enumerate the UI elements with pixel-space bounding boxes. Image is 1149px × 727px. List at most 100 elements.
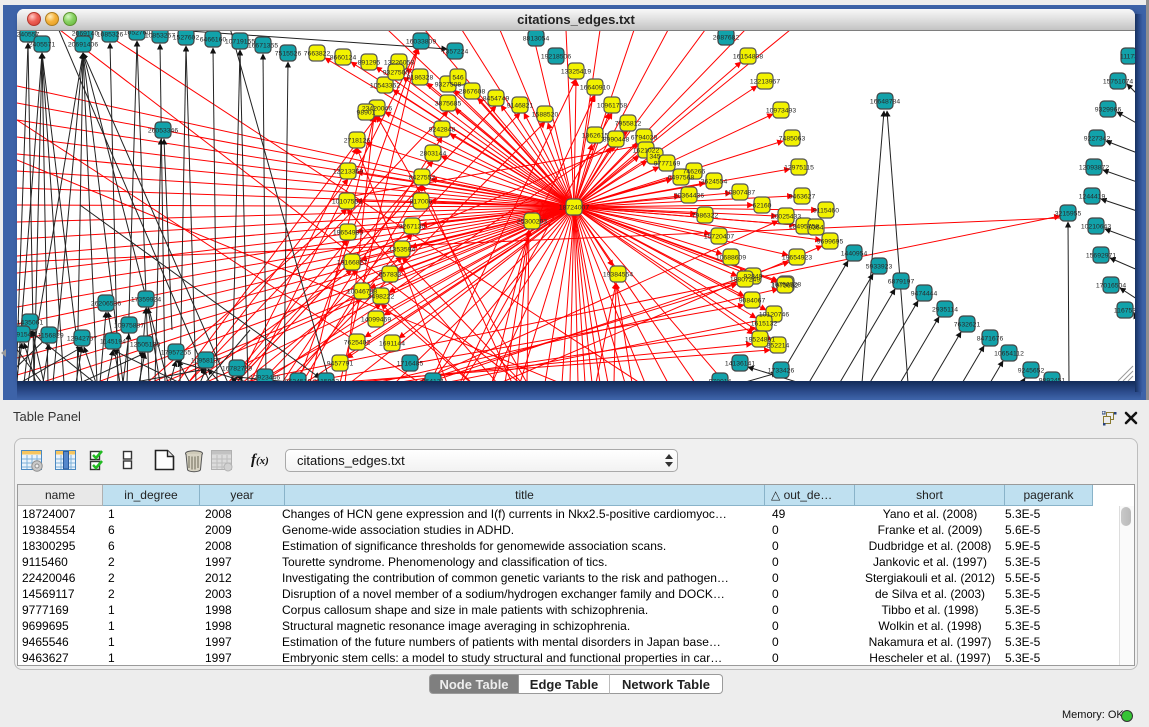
svg-text:3875685: 3875685 [435, 101, 462, 108]
svg-text:19166827: 19166827 [337, 260, 367, 267]
svg-text:1615132: 1615132 [751, 321, 778, 328]
svg-text:345: 345 [649, 154, 661, 161]
svg-text:16671355: 16671355 [248, 43, 278, 50]
svg-text:18807249: 18807249 [730, 277, 760, 284]
svg-text:6497568: 6497568 [668, 175, 695, 182]
svg-text:3267130: 3267130 [399, 224, 426, 231]
svg-text:15720407: 15720407 [704, 234, 734, 241]
svg-text:9242848: 9242848 [429, 127, 456, 134]
svg-text:9327508: 9327508 [435, 82, 462, 89]
svg-text:8115902: 8115902 [313, 379, 339, 382]
svg-text:12093872: 12093872 [1079, 165, 1109, 172]
svg-text:1716485: 1716485 [397, 361, 424, 368]
svg-text:9115460: 9115460 [813, 208, 839, 215]
svg-text:1440954: 1440954 [841, 251, 868, 258]
svg-text:20691406: 20691406 [68, 42, 98, 49]
svg-text:546: 546 [452, 75, 464, 82]
svg-text:1527602: 1527602 [173, 35, 200, 42]
svg-text:12213967: 12213967 [750, 79, 780, 86]
svg-text:11173: 11173 [1120, 54, 1135, 61]
svg-text:19654923: 19654923 [782, 255, 812, 262]
svg-text:6466160: 6466160 [200, 37, 227, 44]
svg-text:19654985: 19654985 [333, 230, 363, 237]
svg-text:7986322: 7986322 [692, 213, 719, 220]
svg-text:9329966: 9329966 [1095, 107, 1122, 114]
svg-text:7955812: 7955812 [615, 121, 642, 128]
svg-text:7663822: 7663822 [304, 51, 331, 58]
svg-text:10543362: 10543362 [370, 83, 400, 90]
svg-text:19218506: 19218506 [541, 54, 571, 61]
svg-text:10120746: 10120746 [759, 312, 789, 319]
svg-text:10975887: 10975887 [114, 323, 144, 330]
svg-text:2405571: 2405571 [29, 42, 56, 49]
svg-text:10973493: 10973493 [766, 108, 796, 115]
svg-text:25300293: 25300293 [517, 219, 547, 226]
svg-text:12923446: 12923446 [250, 375, 280, 382]
svg-text:10025433: 10025433 [771, 214, 801, 221]
svg-text:7485063: 7485063 [779, 136, 806, 143]
svg-text:5933923: 5933923 [866, 264, 893, 271]
svg-text:7632621: 7632621 [954, 322, 981, 329]
svg-text:9146821: 9146821 [507, 103, 534, 110]
svg-text:8471676: 8471676 [977, 336, 1004, 343]
svg-text:8813054: 8813054 [523, 36, 550, 43]
svg-text:2803144: 2803144 [420, 151, 447, 158]
svg-text:6879197: 6879197 [888, 279, 915, 286]
svg-text:14099469: 14099469 [361, 317, 391, 324]
svg-text:62160: 62160 [753, 203, 772, 210]
svg-text:8427552: 8427552 [409, 175, 436, 182]
svg-text:3498222: 3498222 [368, 294, 395, 301]
svg-text:19384554: 19384554 [603, 272, 633, 279]
svg-text:12975115: 12975115 [784, 165, 814, 172]
svg-text:9364: 9364 [808, 225, 823, 232]
svg-text:964121: 964121 [422, 379, 445, 382]
svg-text:14136141: 14136141 [725, 361, 755, 368]
svg-text:9699695: 9699695 [817, 239, 844, 246]
svg-text:18724007: 18724007 [559, 205, 589, 212]
svg-text:116753: 116753 [1114, 308, 1135, 315]
svg-text:26053346: 26053346 [148, 128, 178, 135]
svg-text:891295: 891295 [358, 60, 381, 67]
svg-text:17957255: 17957255 [161, 350, 191, 357]
svg-text:12213369: 12213369 [333, 169, 363, 176]
svg-text:3215955: 3215955 [1055, 211, 1082, 218]
svg-text:17359924: 17359924 [131, 297, 161, 304]
svg-text:817006: 817006 [410, 199, 433, 206]
svg-text:13226058: 13226058 [384, 60, 414, 67]
svg-text:3624554: 3624554 [701, 179, 728, 186]
svg-text:10853267: 10853267 [145, 33, 175, 40]
svg-text:1435061: 1435061 [17, 320, 43, 327]
svg-text:978014: 978014 [709, 379, 732, 382]
svg-text:15751074: 15751074 [1103, 79, 1133, 86]
svg-text:1353594: 1353594 [389, 247, 416, 254]
svg-text:16033809: 16033809 [406, 39, 436, 46]
svg-text:2718126: 2718126 [344, 138, 371, 145]
svg-text:16640910: 16640910 [580, 85, 610, 92]
svg-text:1691144: 1691144 [379, 341, 405, 348]
svg-text:9227342: 9227342 [1084, 136, 1111, 143]
svg-text:7625402: 7625402 [344, 340, 371, 347]
svg-text:8186328: 8186328 [407, 75, 434, 82]
svg-text:9463627: 9463627 [789, 194, 816, 201]
svg-text:2867608: 2867608 [459, 89, 486, 96]
svg-text:39154: 39154 [17, 332, 32, 339]
svg-text:2069140: 2069140 [72, 31, 99, 38]
svg-text:9892451: 9892451 [1039, 378, 1066, 382]
svg-text:9634519: 9634519 [285, 379, 312, 382]
svg-text:9245652: 9245652 [1018, 368, 1045, 375]
svg-text:10654112: 10654112 [994, 351, 1024, 358]
svg-text:20364436: 20364436 [674, 193, 704, 200]
svg-text:10688609: 10688609 [716, 255, 746, 262]
svg-text:10107553: 10107553 [332, 199, 362, 206]
svg-text:9327500: 9327500 [383, 70, 410, 77]
svg-text:98901: 98901 [357, 110, 376, 117]
svg-text:1588520: 1588520 [532, 112, 559, 119]
svg-text:2935114: 2935114 [932, 307, 958, 314]
svg-text:16154808: 16154808 [733, 54, 763, 61]
svg-text:17016504: 17016504 [1096, 283, 1126, 290]
svg-text:1733426: 1733426 [768, 368, 795, 375]
svg-text:10210643: 10210643 [1081, 224, 1111, 231]
svg-text:8660124: 8660124 [330, 55, 357, 62]
svg-text:11156829: 11156829 [34, 333, 63, 340]
svg-text:240557: 240557 [17, 32, 40, 39]
